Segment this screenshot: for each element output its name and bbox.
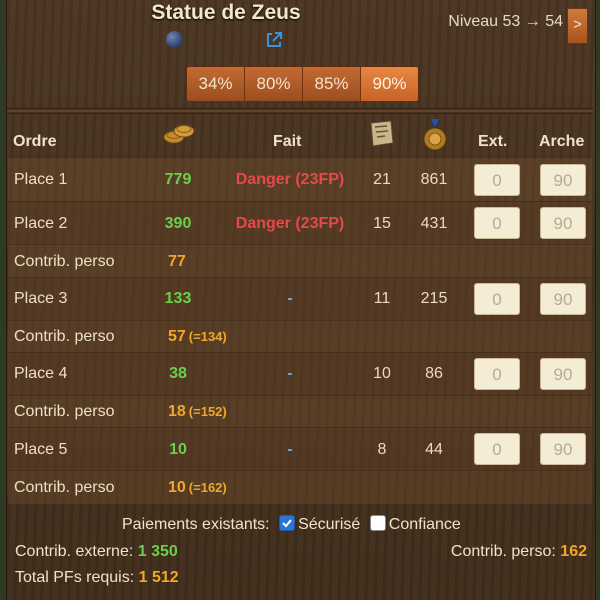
arche-input[interactable]: 90 [540, 283, 586, 315]
total-required: Total PFs requis: 1 512 [15, 569, 179, 587]
place-label: Place 1 [14, 171, 68, 188]
table-row: Place 2 390 Danger (23FP) 15 431 0 90 [8, 201, 592, 245]
secure-label[interactable]: Sécurisé [298, 516, 360, 533]
contrib-label: Contrib. perso [14, 479, 115, 496]
contrib-cumulative: (=162) [188, 480, 227, 495]
blueprint-count: 11 [373, 290, 391, 307]
personal-contrib: Contrib. perso: 162 [451, 543, 587, 561]
contrib-label: Contrib. perso [14, 253, 115, 270]
ext-input[interactable]: 0 [474, 207, 520, 239]
building-title: Statue de Zeus [151, 1, 301, 24]
percent-button-80[interactable]: 80% [245, 67, 303, 101]
total-required-label: Total PFs requis: [15, 569, 135, 586]
blueprint-count: 8 [377, 441, 387, 458]
arche-input[interactable]: 90 [540, 358, 586, 390]
medal-count: 215 [420, 290, 448, 307]
percent-selector: 34% 80% 85% 90% [186, 66, 419, 102]
place-label: Place 3 [14, 290, 68, 307]
place-label: Place 2 [14, 215, 68, 232]
external-link-icon[interactable] [264, 30, 284, 50]
forge-points-value: 390 [164, 215, 192, 232]
table-row: Place 4 38 - 10 86 0 90 [8, 352, 592, 396]
contrib-amount: 77 [168, 253, 186, 270]
contrib-value: 18 (=152) [168, 402, 227, 422]
contrib-label: Contrib. perso [14, 403, 115, 420]
forge-points-value: 10 [169, 441, 187, 458]
contrib-amount: 18 [168, 403, 186, 420]
blueprint-count: 21 [373, 171, 391, 188]
column-order: Ordre [13, 133, 57, 150]
contrib-value: 10 (=162) [168, 478, 227, 498]
arche-input[interactable]: 90 [540, 433, 586, 465]
contrib-row: Contrib. perso 18 (=152) [8, 395, 592, 428]
status-text: - [287, 365, 293, 382]
table-row: Place 1 779 Danger (23FP) 21 861 0 90 [8, 157, 592, 202]
ext-input[interactable]: 0 [474, 358, 520, 390]
payments-row: Paiements existants: Sécurisé Confiance [122, 515, 461, 534]
table-row: Place 5 10 - 8 44 0 90 [8, 427, 592, 471]
ext-input[interactable]: 0 [474, 283, 520, 315]
status-text: - [287, 290, 293, 307]
external-contrib-label: Contrib. externe: [15, 543, 134, 560]
next-level-button[interactable]: > [567, 8, 588, 44]
checkmark-icon [282, 519, 292, 528]
personal-contrib-label: Contrib. perso: [450, 543, 556, 560]
table-row: Place 3 133 - 11 215 0 90 [8, 277, 592, 321]
contrib-cumulative: (=134) [188, 329, 227, 344]
forge-points-value: 38 [169, 365, 187, 382]
place-label: Place 5 [14, 441, 68, 458]
blueprint-count: 15 [373, 215, 391, 232]
medal-icon [423, 118, 447, 151]
blueprint-icon [370, 120, 394, 147]
medal-count: 861 [420, 171, 448, 188]
arche-input[interactable]: 90 [540, 207, 586, 239]
medal-count: 431 [420, 215, 448, 232]
status-text: Danger (23FP) [235, 171, 345, 188]
column-arche: Arche [539, 133, 585, 150]
contrib-value: 77 [168, 252, 186, 272]
contrib-label: Contrib. perso [14, 328, 115, 345]
column-ext: Ext. [478, 133, 508, 150]
payments-label: Paiements existants: [122, 516, 270, 533]
table-header: Ordre Fait Ext. Arche [7, 116, 593, 156]
percent-button-34[interactable]: 34% [187, 67, 245, 101]
contrib-value: 57 (=134) [168, 327, 227, 347]
column-done: Fait [273, 133, 302, 150]
ext-input[interactable]: 0 [474, 164, 520, 196]
percent-button-90[interactable]: 90% [361, 67, 418, 101]
secure-checkbox[interactable] [279, 515, 296, 531]
total-required-value: 1 512 [138, 569, 179, 586]
percent-button-85[interactable]: 85% [303, 67, 361, 101]
forge-points-coins-icon [163, 124, 195, 144]
contrib-amount: 10 [168, 479, 186, 496]
contrib-row: Contrib. perso 57 (=134) [8, 320, 592, 353]
trust-label[interactable]: Confiance [389, 516, 461, 533]
medal-count: 44 [425, 441, 443, 458]
header-divider [7, 108, 593, 114]
trust-checkbox[interactable] [369, 515, 386, 531]
status-text: Danger (23FP) [235, 215, 345, 232]
external-contrib: Contrib. externe: 1 350 [15, 543, 178, 561]
arche-input[interactable]: 90 [540, 164, 586, 196]
forge-points-value: 133 [164, 290, 192, 307]
blueprint-count: 10 [373, 365, 391, 382]
contrib-amount: 57 [168, 328, 186, 345]
contrib-cumulative: (=152) [188, 404, 227, 419]
medal-count: 86 [425, 365, 443, 382]
link-orb-icon[interactable] [166, 31, 183, 48]
external-contrib-value: 1 350 [137, 543, 178, 560]
contrib-row: Contrib. perso 10 (=162) [8, 470, 592, 504]
level-indicator: Niveau 53 → 54 [448, 13, 563, 30]
status-text: - [287, 441, 293, 458]
forge-points-value: 779 [164, 171, 192, 188]
personal-contrib-value: 162 [560, 543, 587, 560]
contrib-row: Contrib. perso 77 [8, 244, 592, 278]
place-label: Place 4 [14, 365, 68, 382]
ext-input[interactable]: 0 [474, 433, 520, 465]
